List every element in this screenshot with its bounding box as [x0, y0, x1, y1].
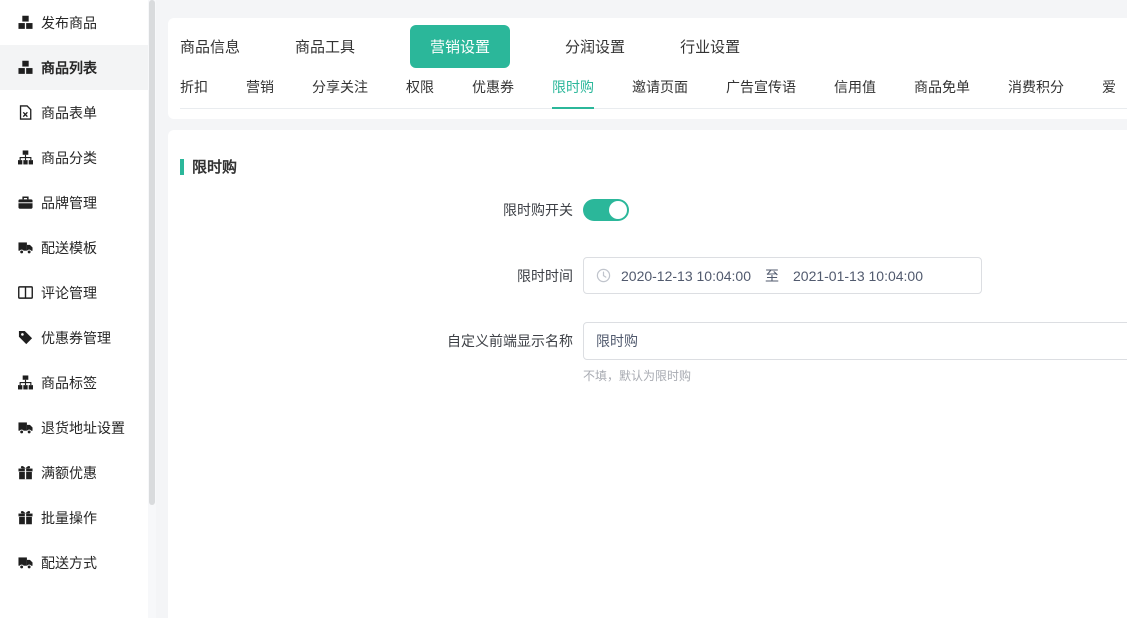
- sidebar-item-product-tag[interactable]: 商品标签: [0, 360, 148, 405]
- subtab-clipped[interactable]: 爱: [1102, 77, 1117, 108]
- time-start-value: 2020-12-13 10:04:00: [621, 268, 751, 284]
- tab-marketing-settings[interactable]: 营销设置: [410, 25, 510, 68]
- subtab-consume-points[interactable]: 消费积分: [1008, 77, 1064, 108]
- subtab-share-follow[interactable]: 分享关注: [312, 77, 368, 108]
- truck-icon: [18, 420, 33, 435]
- sidebar-item-delivery-method[interactable]: 配送方式: [0, 540, 148, 585]
- tag-icon: [18, 330, 33, 345]
- time-range-input[interactable]: 2020-12-13 10:04:00 至 2021-01-13 10:04:0…: [583, 257, 982, 294]
- subtab-invite-page[interactable]: 邀请页面: [632, 77, 688, 108]
- sidebar-item-label: 商品分类: [41, 148, 97, 168]
- secondary-tab-bar: 折扣 营销 分享关注 权限 优惠券 限时购 邀请页面 广告宣传语 信用值 商品免…: [180, 72, 1127, 109]
- flash-sale-panel: 限时购 限时购开关 限时时间 2020-12-13 10:04:00 至 202…: [168, 130, 1127, 618]
- sidebar-item-comment-management[interactable]: 评论管理: [0, 270, 148, 315]
- custom-name-field-group: 不填，默认为限时购: [583, 322, 1127, 384]
- gift-icon: [18, 465, 33, 480]
- time-end-value: 2021-01-13 10:04:00: [793, 268, 923, 284]
- tab-industry-settings[interactable]: 行业设置: [680, 36, 740, 57]
- sidebar-item-label: 商品标签: [41, 373, 97, 393]
- sidebar: 发布商品 商品列表 商品表单 商品分类 品牌管理 配送模板 评论管理 优惠券管理…: [0, 0, 148, 618]
- sidebar-item-label: 退货地址设置: [41, 418, 125, 438]
- flash-time-row: 限时时间 2020-12-13 10:04:00 至 2021-01-13 10…: [168, 257, 1127, 294]
- sidebar-item-brand-management[interactable]: 品牌管理: [0, 180, 148, 225]
- clock-icon: [596, 268, 611, 283]
- custom-name-label: 自定义前端显示名称: [168, 322, 583, 360]
- file-excel-icon: [18, 105, 33, 120]
- sidebar-item-label: 发布商品: [41, 13, 97, 33]
- sidebar-item-label: 批量操作: [41, 508, 97, 528]
- custom-name-input[interactable]: [583, 322, 1127, 360]
- tab-profit-settings[interactable]: 分润设置: [565, 36, 625, 57]
- section-header: 限时购: [180, 156, 1127, 177]
- flash-sale-switch-row: 限时购开关: [168, 199, 1127, 221]
- subtab-ad-slogan[interactable]: 广告宣传语: [726, 77, 796, 108]
- tabs-panel: 商品信息 商品工具 营销设置 分润设置 行业设置 折扣 营销 分享关注 权限 优…: [168, 18, 1127, 119]
- sidebar-item-coupon-management[interactable]: 优惠券管理: [0, 315, 148, 360]
- sidebar-item-label: 优惠券管理: [41, 328, 111, 348]
- section-accent-bar: [180, 159, 184, 175]
- gift-icon: [18, 510, 33, 525]
- flash-sale-toggle[interactable]: [583, 199, 629, 221]
- sitemap-icon: [18, 150, 33, 165]
- sidebar-item-publish-product[interactable]: 发布商品: [0, 0, 148, 45]
- cubes-icon: [18, 15, 33, 30]
- tab-product-tools[interactable]: 商品工具: [295, 36, 355, 57]
- subtab-credit-value[interactable]: 信用值: [834, 77, 876, 108]
- sidebar-item-product-list[interactable]: 商品列表: [0, 45, 148, 90]
- subtab-permission[interactable]: 权限: [406, 77, 434, 108]
- subtab-discount[interactable]: 折扣: [180, 77, 208, 108]
- sidebar-item-label: 满额优惠: [41, 463, 97, 483]
- sidebar-item-label: 品牌管理: [41, 193, 97, 213]
- section-title: 限时购: [192, 156, 237, 177]
- sidebar-item-label: 商品列表: [41, 58, 97, 78]
- subtab-marketing[interactable]: 营销: [246, 77, 274, 108]
- subtab-free-order[interactable]: 商品免单: [914, 77, 970, 108]
- switch-label: 限时购开关: [168, 200, 583, 220]
- sidebar-item-batch-operation[interactable]: 批量操作: [0, 495, 148, 540]
- sidebar-item-label: 配送方式: [41, 553, 97, 573]
- custom-name-hint: 不填，默认为限时购: [583, 367, 1127, 384]
- sidebar-item-delivery-template[interactable]: 配送模板: [0, 225, 148, 270]
- truck-icon: [18, 555, 33, 570]
- primary-tab-bar: 商品信息 商品工具 营销设置 分润设置 行业设置: [168, 18, 1127, 72]
- sidebar-item-product-form[interactable]: 商品表单: [0, 90, 148, 135]
- sitemap-icon: [18, 375, 33, 390]
- toggle-knob: [609, 201, 627, 219]
- sidebar-item-full-discount[interactable]: 满额优惠: [0, 450, 148, 495]
- time-separator: 至: [765, 266, 779, 286]
- truck-icon: [18, 240, 33, 255]
- tab-product-info[interactable]: 商品信息: [180, 36, 240, 57]
- columns-icon: [18, 285, 33, 300]
- sidebar-item-return-address[interactable]: 退货地址设置: [0, 405, 148, 450]
- sidebar-item-label: 配送模板: [41, 238, 97, 258]
- subtab-flash-sale[interactable]: 限时购: [552, 77, 594, 108]
- briefcase-icon: [18, 195, 33, 210]
- cubes-icon: [18, 60, 33, 75]
- sidebar-item-label: 商品表单: [41, 103, 97, 123]
- sidebar-item-product-category[interactable]: 商品分类: [0, 135, 148, 180]
- time-label: 限时时间: [168, 266, 583, 286]
- subtab-coupon[interactable]: 优惠券: [472, 77, 514, 108]
- sidebar-scrollbar[interactable]: [149, 0, 155, 505]
- custom-name-row: 自定义前端显示名称 不填，默认为限时购: [168, 322, 1127, 384]
- sidebar-item-label: 评论管理: [41, 283, 97, 303]
